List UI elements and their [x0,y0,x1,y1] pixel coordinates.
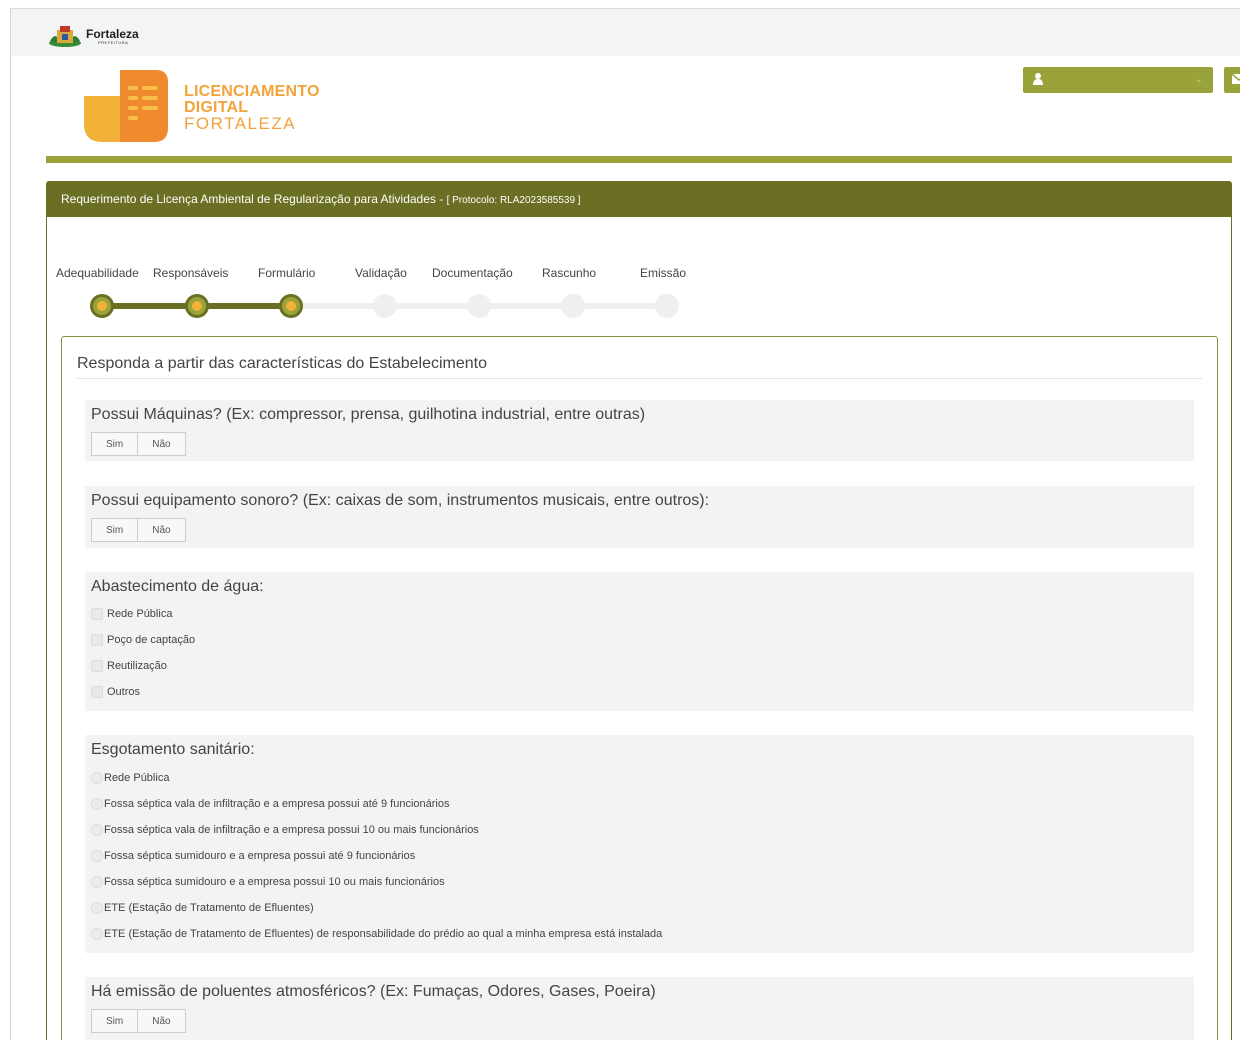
emission-no-button[interactable]: Não [138,1009,186,1033]
window-left-border [10,8,11,1040]
city-name: Fortaleza [86,26,139,41]
panel-header: Requerimento de Licença Ambiental de Reg… [47,182,1231,217]
sound-button-group: Sim Não [91,518,186,542]
title-divider [77,378,1202,379]
question-emission: Há emissão de poluentes atmosféricos? (E… [85,977,1194,1040]
machines-yes-button[interactable]: Sim [91,432,139,456]
step-label-adequabilidade[interactable]: Adequabilidade [56,266,139,280]
emission-button-group: Sim Não [91,1009,186,1033]
header-divider [46,156,1232,163]
radio[interactable] [91,876,103,888]
step-dot-emissao[interactable] [655,294,679,318]
checkbox[interactable] [91,686,103,698]
sewage-option-7[interactable]: ETE (Estação de Tratamento de Efluentes)… [91,928,662,940]
radio[interactable] [91,772,103,784]
question-sound-label: Possui equipamento sonoro? (Ex: caixas d… [91,492,710,509]
water-option-rede-publica[interactable]: Rede Pública [91,608,172,620]
questionnaire-title: Responda a partir das características do… [77,355,487,372]
step-label-rascunho[interactable]: Rascunho [542,266,596,280]
sound-no-button[interactable]: Não [138,518,186,542]
checkbox[interactable] [91,634,103,646]
step-label-emissao[interactable]: Emissão [640,266,686,280]
top-bar [11,9,1240,56]
protocol-number: [ Protocolo: RLA2023585539 ] [446,195,581,206]
question-sewage-label: Esgotamento sanitário: [91,741,255,758]
radio[interactable] [91,850,103,862]
water-option-poco[interactable]: Poço de captação [91,634,195,646]
panel-title: Requerimento de Licença Ambiental de Reg… [61,192,447,206]
sewage-option-4[interactable]: Fossa séptica sumidouro e a empresa poss… [91,850,415,862]
sewage-option-3[interactable]: Fossa séptica vala de infiltração e a em… [91,824,479,836]
brand-document-icon [84,70,168,142]
step-dot-validacao[interactable] [373,294,397,318]
question-emission-label: Há emissão de poluentes atmosféricos? (E… [91,983,656,1000]
machines-no-button[interactable]: Não [138,432,186,456]
user-menu-button[interactable]: ⌄ [1023,67,1213,93]
progress-stepper: Adequabilidade Responsáveis Formulário V… [47,266,747,326]
step-dot-documentacao[interactable] [467,294,491,318]
city-logo[interactable]: Fortaleza PREFEITURA [48,24,139,48]
questionnaire-box: Responda a partir das características do… [61,336,1218,1040]
question-water: Abastecimento de água: Rede Pública Poço… [85,572,1194,711]
brand-line-1: LICENCIAMENTO [184,83,320,100]
step-label-responsaveis[interactable]: Responsáveis [153,266,228,280]
sewage-option-6[interactable]: ETE (Estação de Tratamento de Efluentes) [91,902,314,914]
brand-logo[interactable]: LICENCIAMENTO DIGITAL FORTALEZA [84,68,344,144]
radio[interactable] [91,798,103,810]
question-machines-label: Possui Máquinas? (Ex: compressor, prensa… [91,406,646,423]
city-crest-icon [49,26,81,47]
question-machines: Possui Máquinas? (Ex: compressor, prensa… [85,400,1194,461]
brand-line-3: FORTALEZA [184,114,297,133]
question-sewage: Esgotamento sanitário: Rede Pública Foss… [85,735,1194,953]
user-icon [1033,73,1043,85]
checkbox[interactable] [91,608,103,620]
step-label-documentacao[interactable]: Documentação [432,266,513,280]
radio[interactable] [91,928,103,940]
machines-button-group: Sim Não [91,432,186,456]
sound-yes-button[interactable]: Sim [91,518,139,542]
step-dot-adequabilidade[interactable] [90,294,114,318]
step-dot-rascunho[interactable] [561,294,585,318]
sewage-option-1[interactable]: Rede Pública [91,772,169,784]
water-option-reutilizacao[interactable]: Reutilização [91,660,167,672]
radio[interactable] [91,902,103,914]
step-label-validacao[interactable]: Validação [355,266,407,280]
step-label-formulario[interactable]: Formulário [258,266,315,280]
emission-yes-button[interactable]: Sim [91,1009,139,1033]
step-dot-responsaveis[interactable] [185,294,209,318]
sewage-option-5[interactable]: Fossa séptica sumidouro e a empresa poss… [91,876,445,888]
sewage-option-2[interactable]: Fossa séptica vala de infiltração e a em… [91,798,449,810]
request-panel: Requerimento de Licença Ambiental de Reg… [46,181,1232,1040]
checkbox[interactable] [91,660,103,672]
step-dot-formulario[interactable] [279,294,303,318]
chevron-down-icon: ⌄ [1194,74,1203,85]
question-sound: Possui equipamento sonoro? (Ex: caixas d… [85,486,1194,548]
water-option-outros[interactable]: Outros [91,686,140,698]
messages-button[interactable] [1224,67,1240,93]
envelope-icon [1232,73,1240,84]
question-water-label: Abastecimento de água: [91,578,264,595]
radio[interactable] [91,824,103,836]
city-subtitle: PREFEITURA [98,39,129,45]
